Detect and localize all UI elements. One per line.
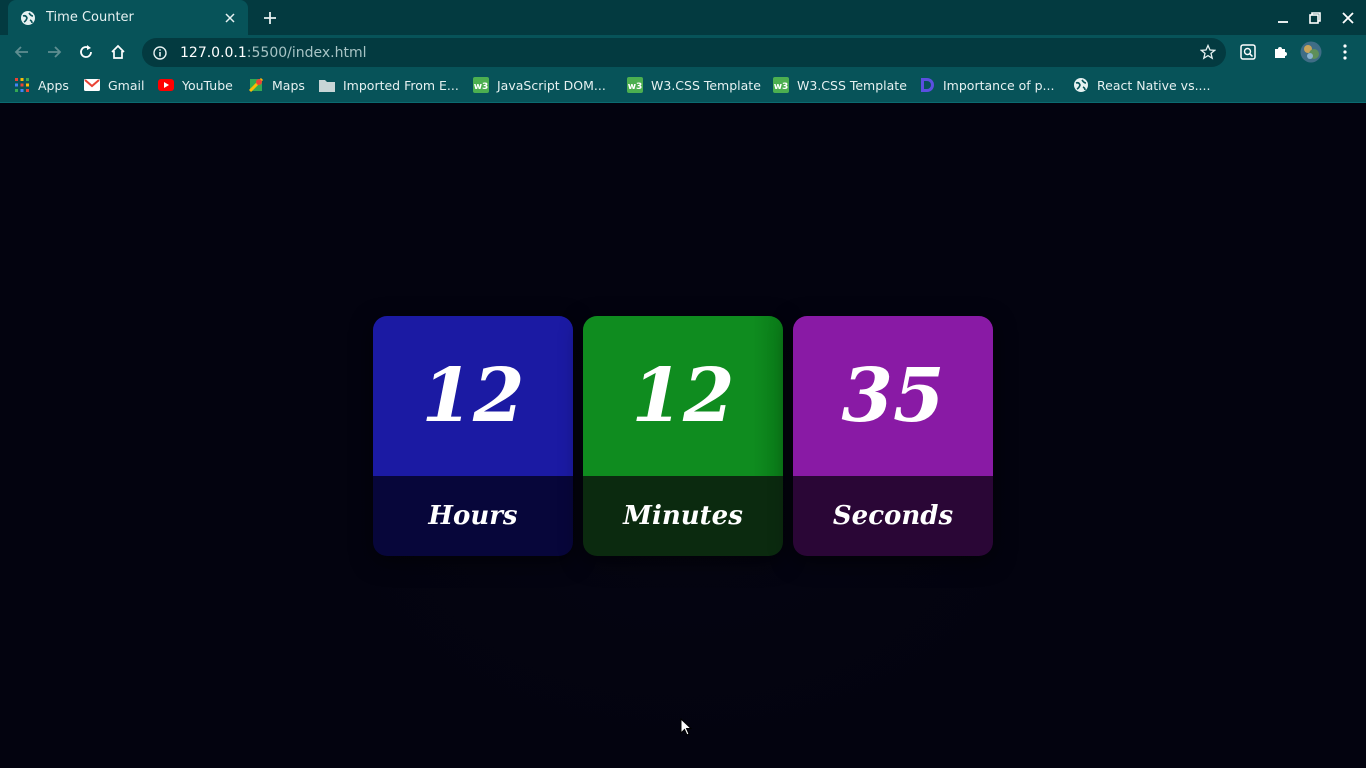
close-window-icon[interactable] <box>1338 8 1358 28</box>
new-tab-button[interactable] <box>258 6 282 30</box>
hours-label: Hours <box>373 476 573 556</box>
lens-extension-icon[interactable] <box>1237 41 1259 63</box>
home-icon[interactable] <box>106 40 130 64</box>
page-viewport: 12 Hours 12 Minutes 35 Seconds <box>0 103 1366 768</box>
svg-text:w3: w3 <box>474 82 489 92</box>
minimize-icon[interactable] <box>1273 8 1293 28</box>
dev-icon <box>919 77 935 93</box>
bookmark-folder-imported[interactable]: Imported From E... <box>319 69 459 101</box>
w3schools-icon: w3 <box>773 77 789 93</box>
bookmark-label: Imported From E... <box>343 77 459 93</box>
menu-kebab-icon[interactable] <box>1334 41 1356 63</box>
close-tab-icon[interactable] <box>222 10 238 26</box>
reload-icon[interactable] <box>74 40 98 64</box>
seconds-value: 35 <box>793 316 993 476</box>
bookmark-w3css-template-2[interactable]: w3 W3.CSS Template <box>773 69 907 101</box>
bookmark-importance[interactable]: Importance of p... <box>919 69 1054 101</box>
minutes-label: Minutes <box>583 476 783 556</box>
minutes-card: 12 Minutes <box>583 316 783 556</box>
hours-value: 12 <box>373 316 573 476</box>
bookmark-label: YouTube <box>182 77 233 93</box>
profile-avatar[interactable] <box>1300 41 1322 63</box>
bookmark-w3css-template-1[interactable]: w3 W3.CSS Template <box>627 69 761 101</box>
bookmark-label: W3.CSS Template <box>651 77 761 93</box>
restore-icon[interactable] <box>1305 8 1325 28</box>
globe-icon <box>1073 77 1089 93</box>
url-host: 127.0.0.1 <box>180 44 247 61</box>
minutes-value: 12 <box>583 316 783 476</box>
svg-text:w3: w3 <box>628 82 643 92</box>
url-path: :5500/index.html <box>246 44 367 61</box>
extensions-puzzle-icon[interactable] <box>1269 41 1291 63</box>
bookmark-label: JavaScript DOM... <box>497 77 606 93</box>
svg-text:w3: w3 <box>774 82 789 92</box>
url-text: 127.0.0.1:5500/index.html <box>180 45 367 61</box>
address-bar[interactable]: 127.0.0.1:5500/index.html <box>142 38 1226 67</box>
bookmark-maps[interactable]: Maps <box>248 69 305 101</box>
bookmark-label: W3.CSS Template <box>797 77 907 93</box>
globe-icon <box>20 10 36 26</box>
youtube-icon <box>158 77 174 93</box>
maps-icon <box>248 77 264 93</box>
forward-icon[interactable] <box>42 40 66 64</box>
gmail-icon <box>84 77 100 93</box>
browser-toolbar: 127.0.0.1:5500/index.html <box>0 35 1366 69</box>
w3schools-icon: w3 <box>627 77 643 93</box>
tab-strip: Time Counter <box>0 0 1366 35</box>
bookmark-youtube[interactable]: YouTube <box>158 69 233 101</box>
bookmark-javascript-dom[interactable]: w3 JavaScript DOM... <box>473 69 606 101</box>
bookmark-label: React Native vs.... <box>1097 77 1211 93</box>
seconds-label: Seconds <box>793 476 993 556</box>
tab-title: Time Counter <box>46 10 134 25</box>
bookmark-label: Maps <box>272 77 305 93</box>
bookmark-label: Gmail <box>108 77 145 93</box>
apps-grid-icon <box>14 77 30 93</box>
back-icon[interactable] <box>10 40 34 64</box>
bookmark-gmail[interactable]: Gmail <box>84 69 144 101</box>
bookmarks-bar: Apps Gmail YouTube Maps Imported From E.… <box>0 69 1366 103</box>
bookmark-star-icon[interactable] <box>1199 43 1217 60</box>
w3schools-icon: w3 <box>473 77 489 93</box>
folder-icon <box>319 77 335 93</box>
bookmark-label: Importance of p... <box>943 77 1055 93</box>
mouse-cursor-icon <box>680 718 692 736</box>
bookmark-label: Apps <box>38 77 69 93</box>
site-info-icon[interactable] <box>152 45 168 61</box>
active-tab[interactable]: Time Counter <box>8 0 248 35</box>
bookmark-apps[interactable]: Apps <box>14 69 69 101</box>
hours-card: 12 Hours <box>373 316 573 556</box>
bookmark-react-native[interactable]: React Native vs.... <box>1073 69 1210 101</box>
seconds-card: 35 Seconds <box>793 316 993 556</box>
